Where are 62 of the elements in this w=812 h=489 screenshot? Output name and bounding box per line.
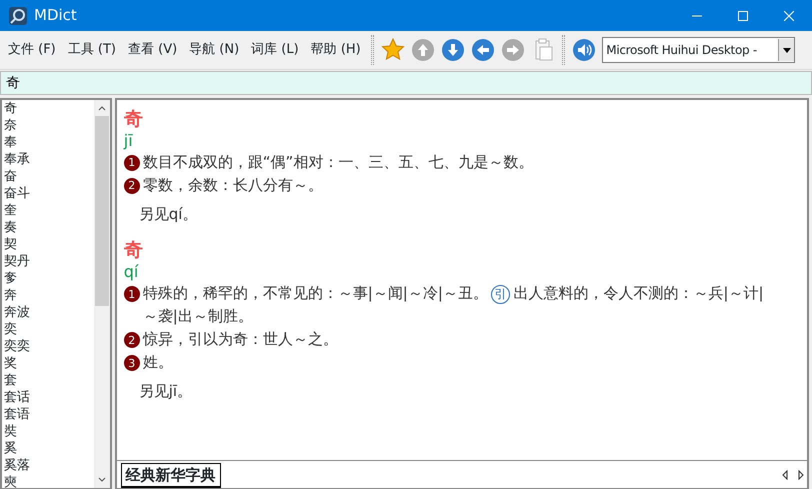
pinyin: jī [124,130,134,151]
word-list-item[interactable]: 奏 [2,219,94,236]
definition-text: 出人意料的，令人不测的：～兵|～计| [513,284,764,302]
back-icon[interactable] [470,38,495,62]
word-list-item[interactable]: 套语 [2,406,94,424]
word-list-item[interactable]: 奋斗 [2,185,94,202]
word-list-item[interactable]: 奖 [2,355,94,372]
definition-text: 特殊的，稀罕的，不常见的：～事|～闻|～冷|～丑。 [142,284,488,302]
star-icon[interactable] [380,38,405,62]
headword: 奇 [124,238,144,262]
word-list-item[interactable]: 奚 [2,440,94,458]
menu-item[interactable]: 工具 (T) [62,40,122,60]
dictionary-tab[interactable]: 经典新华字典 [120,462,220,488]
speaker-icon[interactable] [572,38,596,62]
menu-item[interactable]: 查看 (V) [122,40,184,60]
word-list-item[interactable]: 奉承 [2,151,94,168]
word-list-item[interactable]: 奚落 [2,457,94,474]
headword: 奇 [124,106,144,131]
see-also-text: 另见jī。 [138,381,194,402]
word-list-item[interactable]: 奈 [2,117,94,134]
word-list-item[interactable]: 奭 [2,474,94,488]
sense-number: 2 [124,178,140,194]
sense-number: 1 [124,154,140,171]
sense-number: 3 [124,355,140,372]
definition-text: 数目不成双的，跟“偶”相对：一、三、五、七、九是～数。 [142,152,534,171]
word-list-item[interactable]: 奋 [2,168,94,186]
word-list-item[interactable]: 奓 [2,270,94,288]
word-list-item[interactable]: 契 [2,236,94,254]
app-logo-icon [8,6,28,26]
search-field[interactable]: 奇 [0,71,812,95]
definition-text: ～袭|出～制胜。 [142,307,253,326]
see-also-text: 另见qí。 [138,204,198,225]
close-icon[interactable] [784,10,794,20]
window-title: MDict [34,5,78,26]
scrollbar-thumb[interactable] [95,116,109,306]
voice-dropdown[interactable]: Microsoft Huihui Desktop - [602,37,796,63]
word-list-item[interactable]: 奔波 [2,304,94,322]
maximize-icon[interactable] [738,10,748,20]
menu-item[interactable]: 导航 (N) [183,40,246,60]
word-list-item[interactable]: 奘 [2,423,94,440]
word-list-item[interactable]: 奉 [2,134,94,152]
word-list-item[interactable]: 奕 [2,321,94,338]
arrow-down-icon[interactable] [440,38,465,62]
pinyin: qí [124,262,140,282]
sense-number: 1 [124,286,140,302]
menu-item[interactable]: 帮助 (H) [304,40,367,60]
scrollbar[interactable] [94,100,110,488]
definition-text: 姓。 [142,353,173,372]
word-list-item[interactable]: 奕奕 [2,338,94,356]
definition-text: 零数，余数：长八分有～。 [142,176,323,194]
word-list-item[interactable]: 奎 [2,202,94,220]
word-list-item[interactable]: 套 [2,372,94,390]
menu-item[interactable]: 词库 (L) [245,40,305,60]
word-list-item[interactable]: 奇 [2,100,94,118]
word-list-item[interactable]: 套话 [2,389,94,406]
word-list-item[interactable]: 契丹 [2,253,94,270]
word-list-item[interactable]: 奔 [2,287,94,304]
caret-icon [782,48,791,52]
definition-text: 惊异，引以为奇：世人～之。 [142,330,338,348]
extended-meaning-tag: 引 [491,285,510,304]
menu-item[interactable]: 文件 (F) [2,40,62,60]
sense-number: 2 [124,332,140,348]
